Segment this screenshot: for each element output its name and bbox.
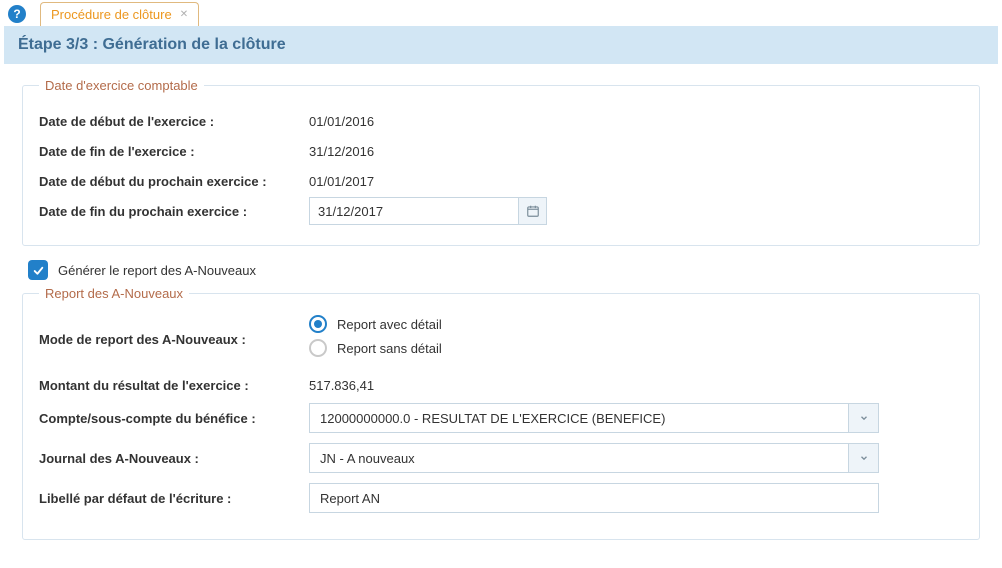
report-legend: Report des A-Nouveaux — [39, 286, 189, 301]
amount-label: Montant du résultat de l'exercice : — [39, 378, 309, 393]
fiscal-dates-group: Date d'exercice comptable Date de début … — [22, 78, 980, 246]
generate-report-checkbox[interactable] — [28, 260, 48, 280]
help-icon[interactable]: ? — [8, 5, 26, 23]
fiscal-dates-legend: Date d'exercice comptable — [39, 78, 204, 93]
libelle-label: Libellé par défaut de l'écriture : — [39, 491, 309, 506]
radio-without-detail-label: Report sans détail — [337, 341, 442, 356]
start-date-value: 01/01/2016 — [309, 114, 374, 129]
libelle-input[interactable] — [309, 483, 879, 513]
generate-report-label: Générer le report des A-Nouveaux — [58, 263, 256, 278]
account-combo-input[interactable] — [309, 403, 849, 433]
step-header: Étape 3/3 : Génération de la clôture — [4, 26, 998, 64]
calendar-icon[interactable] — [519, 197, 547, 225]
journal-combo-input[interactable] — [309, 443, 849, 473]
chevron-down-icon[interactable] — [849, 443, 879, 473]
step-title: Étape 3/3 : Génération de la clôture — [18, 36, 984, 54]
radio-with-detail-label: Report avec détail — [337, 317, 442, 332]
journal-label: Journal des A-Nouveaux : — [39, 451, 309, 466]
chevron-down-icon[interactable] — [849, 403, 879, 433]
radio-with-detail[interactable] — [309, 315, 327, 333]
end-date-label: Date de fin de l'exercice : — [39, 144, 309, 159]
end-date-value: 31/12/2016 — [309, 144, 374, 159]
close-icon[interactable]: ✕ — [180, 9, 188, 20]
tab-procedure-cloture[interactable]: Procédure de clôture ✕ — [40, 2, 199, 26]
report-group: Report des A-Nouveaux Mode de report des… — [22, 286, 980, 540]
next-end-date-input[interactable] — [309, 197, 519, 225]
next-end-date-label: Date de fin du prochain exercice : — [39, 204, 309, 219]
account-label: Compte/sous-compte du bénéfice : — [39, 411, 309, 426]
tab-label: Procédure de clôture — [51, 7, 172, 22]
next-start-date-label: Date de début du prochain exercice : — [39, 174, 309, 189]
start-date-label: Date de début de l'exercice : — [39, 114, 309, 129]
next-start-date-value: 01/01/2017 — [309, 174, 374, 189]
mode-label: Mode de report des A-Nouveaux : — [39, 332, 309, 347]
amount-value: 517.836,41 — [309, 378, 374, 393]
radio-without-detail[interactable] — [309, 339, 327, 357]
